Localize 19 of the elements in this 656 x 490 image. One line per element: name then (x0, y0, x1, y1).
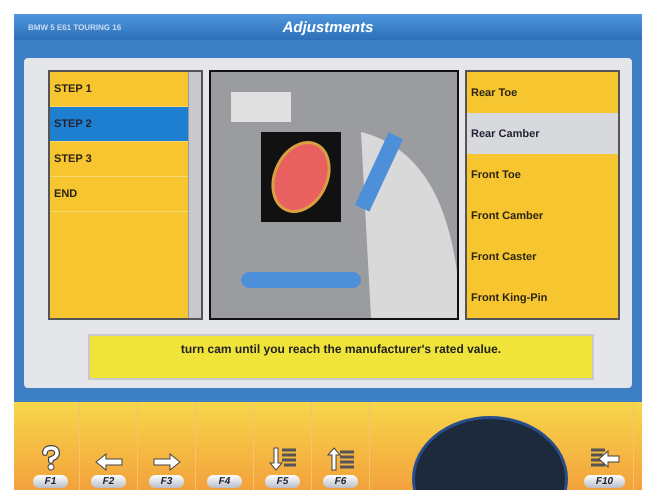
function-key[interactable]: F3 (138, 402, 196, 490)
exit-icon (588, 447, 620, 471)
left-arrow-icon (94, 453, 124, 471)
window-title: Adjustments (282, 18, 374, 36)
list-down-icon (268, 447, 298, 471)
right-arrow-icon (152, 453, 182, 471)
step-item[interactable]: STEP 2 (50, 107, 188, 142)
function-key[interactable]: F10 (576, 402, 634, 490)
list-up-icon (326, 447, 356, 471)
function-key[interactable]: F5 (254, 402, 312, 490)
scrollbar[interactable] (188, 72, 201, 318)
function-key[interactable]: F1 (22, 402, 80, 490)
function-key[interactable]: F6 (312, 402, 370, 490)
help-icon (40, 445, 60, 471)
function-key[interactable]: F4 (196, 402, 254, 490)
vehicle-name: BMW 5 E61 TOURING 16 (28, 22, 122, 32)
function-key[interactable]: F2 (80, 402, 138, 490)
adjustment-item[interactable]: Rear Camber (467, 113, 618, 154)
instruction-text: turn cam until you reach the manufacturer's rated value. (88, 334, 594, 380)
